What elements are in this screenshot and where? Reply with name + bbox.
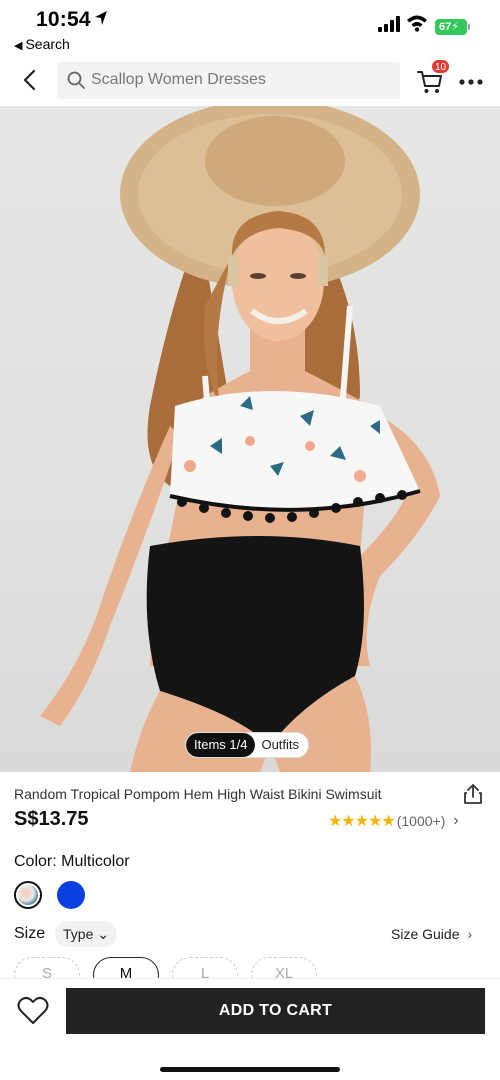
cellular-signal-icon (378, 16, 400, 32)
chevron-down-icon: ⌄ (97, 926, 109, 942)
status-bar: 10:54 ◀ Search 67⚡ (0, 0, 500, 56)
outfits-tab[interactable]: Outfits (255, 733, 308, 757)
size-type-dropdown[interactable]: Type ⌄ (55, 921, 117, 947)
color-label: Color: Multicolor (14, 853, 130, 870)
product-price: S$13.75 (14, 808, 89, 830)
size-guide-link[interactable]: Size Guide › (391, 926, 472, 942)
back-triangle-icon: ◀ (14, 40, 23, 52)
share-icon[interactable] (463, 783, 483, 805)
top-navigation-bar: Scallop Women Dresses 10 (0, 56, 500, 106)
wishlist-heart-icon[interactable] (17, 996, 49, 1026)
items-counter-tab[interactable]: Items 1/4 (186, 733, 256, 757)
rating-count: (1000+) (396, 813, 446, 829)
rating-summary[interactable]: ★★★★★ (1000+) › (328, 811, 459, 831)
location-arrow-icon (95, 11, 107, 25)
search-input[interactable]: Scallop Women Dresses (57, 62, 400, 99)
cart-count-badge: 10 (431, 59, 451, 74)
product-title: Random Tropical Pompom Hem High Waist Bi… (14, 786, 382, 802)
search-placeholder: Scallop Women Dresses (91, 71, 266, 88)
status-time: 10:54 (36, 8, 91, 31)
color-swatch-blue[interactable] (57, 881, 85, 909)
chevron-right-icon: › (453, 812, 459, 829)
battery-icon: 67⚡ (435, 19, 467, 35)
size-label: Size (14, 925, 46, 942)
add-to-cart-button[interactable]: ADD TO CART (66, 988, 485, 1034)
palm-print-thumbnail (18, 885, 38, 905)
product-image-gallery[interactable]: Items 1/4 Outfits (0, 106, 500, 772)
back-chevron-icon[interactable] (16, 64, 44, 96)
gallery-toggle[interactable]: Items 1/4 Outfits (185, 732, 310, 758)
back-app-label: Search (25, 36, 70, 52)
battery-level: 67 (439, 21, 452, 33)
battery-tip (468, 24, 470, 30)
color-swatch-multicolor[interactable] (14, 881, 42, 909)
product-photo (40, 106, 440, 772)
wifi-icon (407, 15, 427, 32)
more-options-icon[interactable] (458, 78, 484, 86)
home-indicator (160, 1067, 340, 1072)
bottom-action-bar: ADD TO CART (0, 978, 500, 1080)
back-to-app-link[interactable]: ◀ Search (14, 36, 70, 52)
size-guide-label: Size Guide (391, 926, 460, 942)
rating-stars: ★★★★★ (328, 813, 396, 830)
type-chip-label: Type (63, 926, 94, 942)
chevron-right-icon: › (467, 926, 473, 942)
search-icon (67, 71, 85, 89)
